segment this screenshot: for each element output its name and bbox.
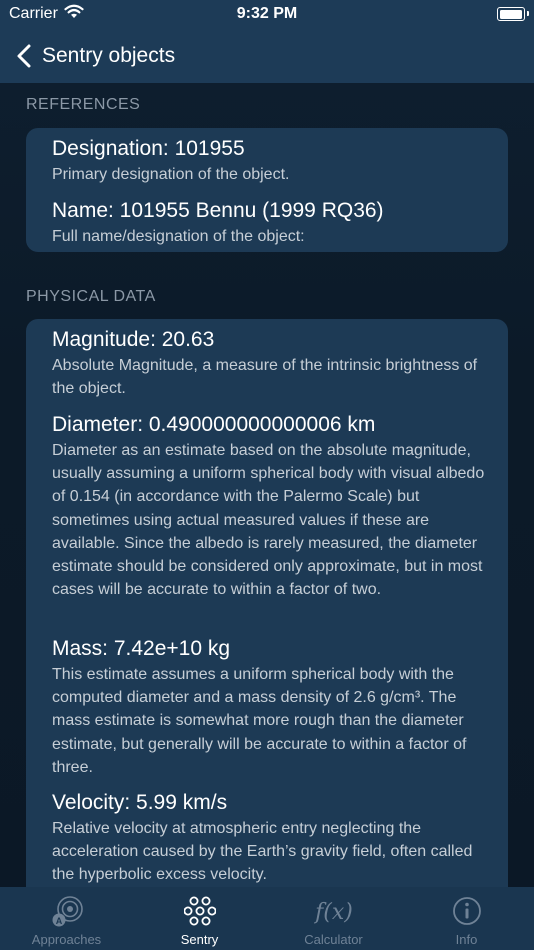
tab-sentry[interactable]: Sentry <box>133 887 266 950</box>
status-bar: Carrier 9:32 PM <box>0 0 534 30</box>
tab-approaches[interactable]: A Approaches <box>0 887 133 950</box>
list-item: Name: 101955 Bennu (1999 RQ36) Full name… <box>52 198 486 248</box>
mass-value: Mass: 7.42e+10 kg <box>52 637 231 660</box>
references-card: Designation: 101955 Primary designation … <box>26 128 508 252</box>
function-icon: f(x) <box>314 900 353 925</box>
tab-sentry-label: Sentry <box>180 932 219 947</box>
list-item: Diameter: 0.490000000000006 km Diameter … <box>52 412 486 601</box>
mass-description: This estimate assumes a uniform spherica… <box>52 666 467 776</box>
velocity-description: Relative velocity at atmospheric entry n… <box>52 820 473 884</box>
designation-value: Designation: 101955 <box>52 137 245 160</box>
tab-approaches-label: Approaches <box>31 932 102 947</box>
physical-data-card: Magnitude: 20.63 Absolute Magnitude, a m… <box>26 319 508 887</box>
section-header-references: REFERENCES <box>26 96 141 113</box>
name-value: Name: 101955 Bennu (1999 RQ36) <box>52 199 384 222</box>
magnitude-description: Absolute Magnitude, a measure of the int… <box>52 357 478 398</box>
sentry-icon <box>183 896 216 926</box>
diameter-value: Diameter: 0.490000000000006 km <box>52 413 376 436</box>
list-item: Velocity: 5.99 km/s Relative velocity at… <box>52 790 486 887</box>
back-button[interactable]: Sentry objects <box>14 38 175 74</box>
designation-description: Primary designation of the object. <box>52 166 290 183</box>
section-header-physical-data: PHYSICAL DATA <box>26 288 156 305</box>
tab-calculator[interactable]: f(x) Calculator <box>267 887 400 950</box>
magnitude-value: Magnitude: 20.63 <box>52 328 215 351</box>
tab-calculator-label: Calculator <box>304 932 363 947</box>
battery-icon <box>497 7 529 21</box>
back-button-label: Sentry objects <box>42 44 176 67</box>
list-item: Magnitude: 20.63 Absolute Magnitude, a m… <box>52 327 486 400</box>
list-item: Mass: 7.42e+10 kg This estimate assumes … <box>52 636 486 779</box>
svg-text:f(x): f(x) <box>314 900 353 925</box>
name-description: Full name/designation of the object: <box>52 228 305 245</box>
tab-bar: A Approaches Sentry f(x) Calculator Info <box>0 887 534 950</box>
diameter-description: Diameter as an estimate based on the abs… <box>52 442 485 599</box>
list-item: Designation: 101955 Primary designation … <box>52 136 486 186</box>
chevron-left-icon <box>17 44 31 68</box>
clock: 9:32 PM <box>236 5 298 22</box>
approaches-icon: A <box>52 896 83 927</box>
detail-list[interactable]: REFERENCES Designation: 101955 Primary d… <box>0 83 534 887</box>
tab-info[interactable]: Info <box>400 887 533 950</box>
svg-text:A: A <box>55 916 62 926</box>
navigation-bar: Sentry objects <box>0 30 534 83</box>
tab-info-label: Info <box>455 932 478 947</box>
velocity-value: Velocity: 5.99 km/s <box>52 791 228 814</box>
info-icon <box>452 897 481 925</box>
